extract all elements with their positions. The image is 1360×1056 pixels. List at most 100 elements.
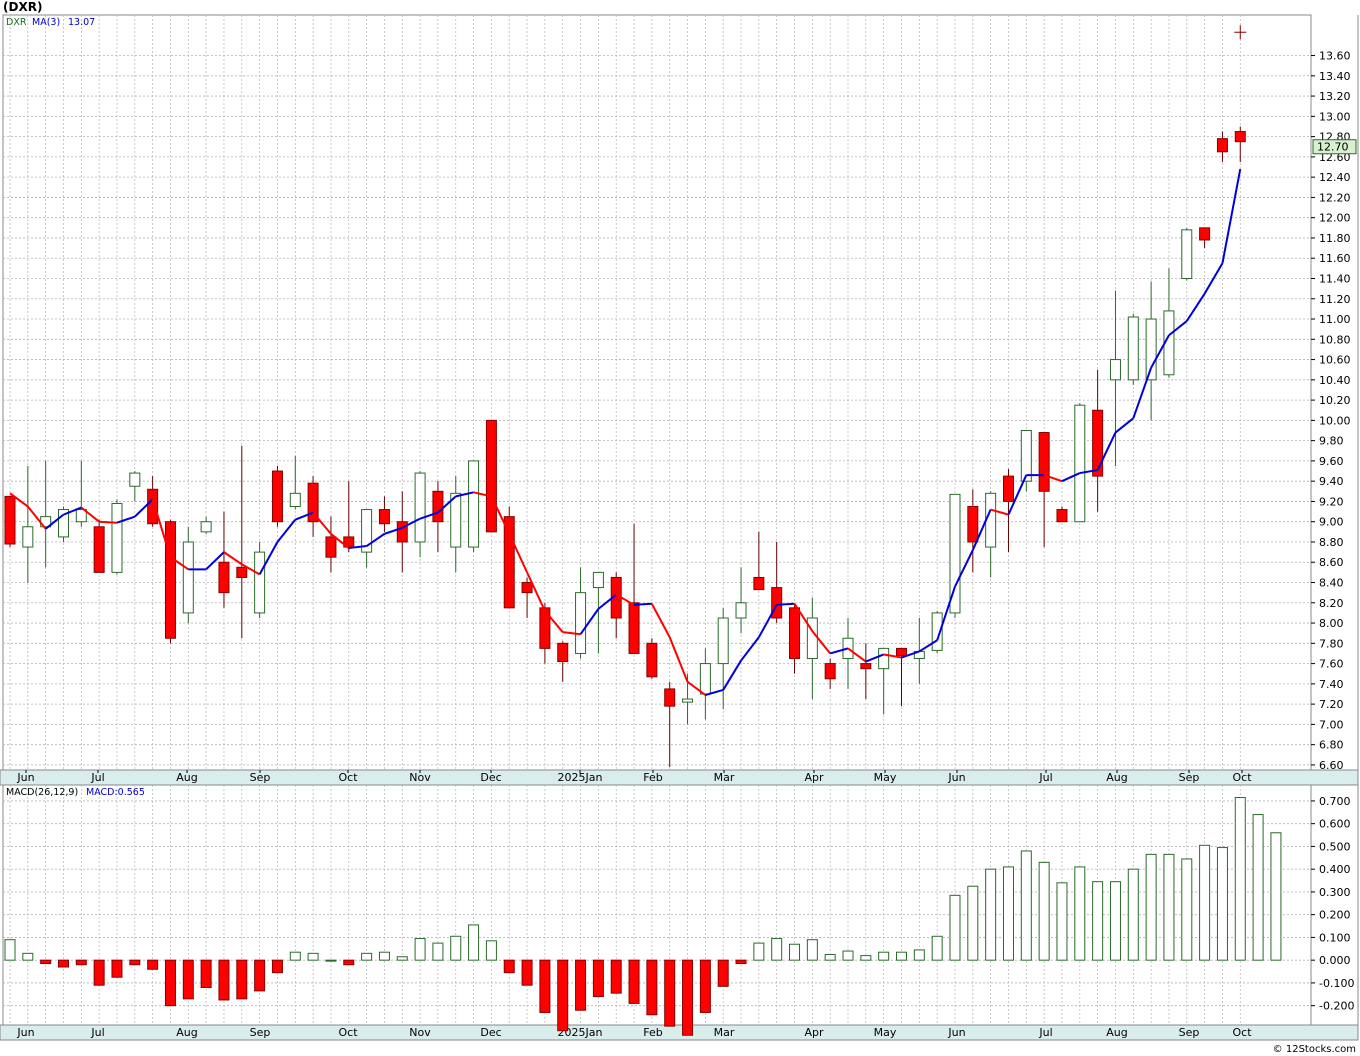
candle-body: [1074, 404, 1086, 523]
candle-body: [878, 647, 890, 670]
macd-bar: [878, 951, 890, 961]
candle: [503, 506, 515, 609]
price-tick-label: 7.60: [1319, 658, 1344, 671]
macd-bar: [254, 959, 266, 992]
ma3-segment: [633, 602, 652, 606]
price-tick-label: 13.60: [1319, 50, 1351, 63]
candle-body: [735, 602, 747, 619]
candle-body: [682, 698, 694, 703]
price-tick-label: 8.40: [1319, 577, 1344, 590]
macd-tick-label: 0.100: [1319, 931, 1351, 944]
macd-tick-label: 0.000: [1319, 954, 1351, 967]
x-tick-label: Oct: [338, 1026, 358, 1039]
price-tick-label: 9.80: [1319, 435, 1344, 448]
price-tick-label: 13.00: [1319, 110, 1351, 123]
macd-bar: [1002, 866, 1014, 961]
macd-bar: [485, 940, 497, 961]
candle-body: [1056, 509, 1068, 523]
macd-bar: [57, 959, 69, 968]
macd-bar: [289, 951, 301, 961]
legend-symbol: DXR: [6, 17, 27, 28]
macd-bar: [824, 953, 836, 961]
macd-bar: [1038, 861, 1050, 961]
ma3-segment: [776, 602, 795, 606]
macd-bar: [896, 951, 907, 961]
candle: [57, 506, 69, 542]
macd-tick-label: 0.200: [1319, 909, 1351, 922]
macd-bar: [361, 952, 373, 961]
candle-body: [236, 566, 248, 578]
macd-bar: [414, 938, 426, 961]
macd-bar: [575, 959, 587, 1011]
macd-bar: [325, 959, 337, 962]
candle-body: [289, 492, 301, 508]
candle-body: [254, 551, 266, 614]
candle-body: [1109, 359, 1121, 381]
macd-bar: [1163, 853, 1175, 961]
candle-body: [557, 642, 569, 663]
macd-bar: [539, 959, 551, 1013]
price-tick-label: 10.80: [1319, 333, 1351, 346]
macd-tick-label: -0.200: [1319, 1000, 1354, 1013]
macd-bar: [1145, 853, 1157, 961]
candle-body: [1127, 316, 1139, 381]
macd-bar: [557, 959, 569, 1032]
candle-body: [860, 663, 872, 670]
candle: [254, 541, 266, 618]
macd-bar: [842, 950, 854, 961]
macd-bar: [40, 959, 52, 965]
macd-tick-label: 0.300: [1319, 886, 1351, 899]
candle-body: [22, 526, 34, 548]
macd-bar: [111, 959, 123, 978]
candle-body: [1002, 475, 1014, 502]
price-tick-label: 6.80: [1319, 739, 1344, 752]
price-tick-label: 11.20: [1319, 293, 1351, 306]
candle-body: [200, 521, 212, 533]
macd-bar: [735, 959, 747, 965]
candle-body: [182, 541, 194, 614]
x-tick-label: Jun: [16, 1026, 34, 1039]
candle: [1074, 403, 1086, 523]
price-tick-label: 8.20: [1319, 597, 1344, 610]
candle-body: [592, 571, 604, 589]
candle: [93, 519, 105, 573]
candle-body: [575, 592, 587, 654]
macd-bar: [1199, 844, 1211, 961]
candle: [111, 499, 123, 575]
candle-body: [164, 521, 176, 639]
macd-bar: [1252, 814, 1264, 961]
x-tick-label: Sep: [1179, 1026, 1200, 1039]
x-axis-band-top: [0, 769, 1359, 786]
macd-bar: [610, 959, 622, 994]
candle: [4, 495, 16, 548]
candle-body: [147, 488, 159, 525]
macd-bar: [236, 959, 248, 1000]
candle-body: [1145, 318, 1157, 381]
macd-bar: [682, 959, 694, 1036]
macd-bar: [432, 942, 444, 961]
price-tick-label: 9.20: [1319, 495, 1344, 508]
ma3-segment: [99, 520, 118, 524]
x-tick-label: Apr: [804, 1026, 824, 1039]
macd-bar: [1074, 866, 1086, 961]
candle-body: [378, 509, 390, 525]
macd-bar: [521, 959, 533, 986]
macd-bar: [218, 959, 230, 1001]
macd-tick-label: 0.700: [1319, 795, 1351, 808]
price-tick-label: 9.00: [1319, 516, 1344, 529]
macd-bar: [592, 959, 604, 998]
price-tick-label: 8.00: [1319, 617, 1344, 630]
macd-bar: [468, 924, 480, 961]
candle-body: [1216, 138, 1228, 153]
x-tick-label: Aug: [176, 1026, 197, 1039]
candle-body: [985, 492, 997, 548]
macd-bar: [503, 959, 515, 974]
macd-tick-label: 0.500: [1319, 840, 1351, 853]
macd-bar: [200, 959, 212, 988]
macd-bar: [307, 952, 319, 961]
macd-legend-value: MACD:0.565: [86, 787, 145, 798]
macd-legend-label: MACD(26,12,9): [6, 787, 78, 798]
x-tick-label: May: [874, 1026, 897, 1039]
x-tick-label: Nov: [409, 1026, 431, 1039]
macd-bar: [164, 959, 176, 1007]
